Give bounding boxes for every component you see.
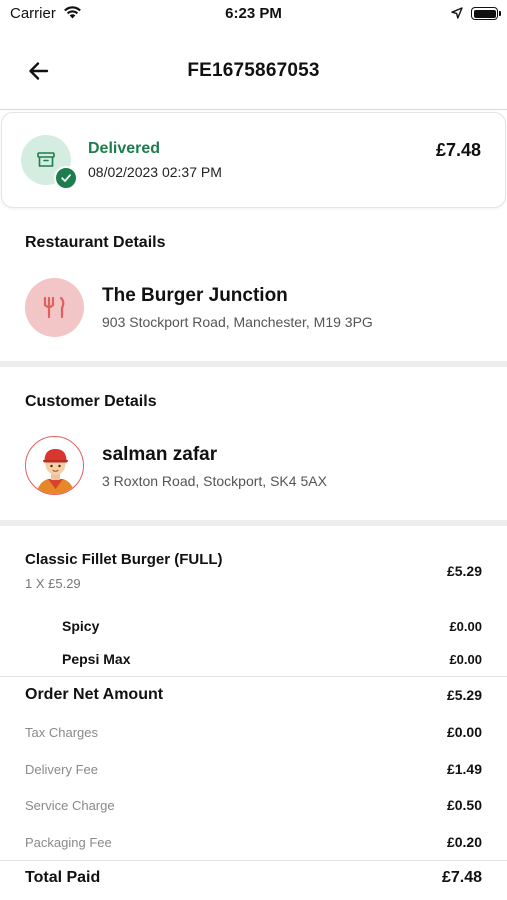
addon-price: £0.00: [449, 652, 482, 667]
divider: [0, 860, 507, 861]
item-name: Classic Fillet Burger (FULL): [25, 551, 223, 568]
net-amount-value: £5.29: [446, 687, 482, 703]
order-datetime: 08/02/2023 02:37 PM: [88, 164, 222, 180]
location-arrow-icon: [451, 6, 463, 24]
service-charge-label: Service Charge: [25, 798, 115, 813]
customer-avatar: [25, 436, 84, 495]
customer-name: salman zafar: [102, 444, 218, 465]
battery-icon: [471, 7, 501, 20]
restaurant-address: 903 Stockport Road, Manchester, M19 3PG: [102, 314, 373, 330]
delivery-fee-value: £1.49: [446, 761, 482, 777]
archive-box-icon: [37, 152, 55, 167]
delivered-status-icon: [21, 135, 78, 190]
tax-charges-label: Tax Charges: [25, 725, 98, 740]
addon-name: Spicy: [62, 618, 100, 634]
item-quantity: 1 X £5.29: [25, 576, 81, 591]
order-status-card: Delivered 08/02/2023 02:37 PM £7.48: [1, 112, 506, 208]
section-divider: [0, 520, 507, 526]
addon-name: Pepsi Max: [62, 651, 131, 667]
fork-knife-icon: [43, 296, 65, 319]
restaurant-avatar: [25, 278, 84, 337]
page-title: FE1675867053: [187, 60, 320, 81]
packaging-fee-value: £0.20: [446, 834, 482, 850]
order-total: £7.48: [435, 140, 481, 160]
status-time: 6:23 PM: [225, 5, 282, 22]
customer-address: 3 Roxton Road, Stockport, SK4 5AX: [102, 473, 327, 489]
check-icon: [54, 166, 78, 190]
net-amount-label: Order Net Amount: [25, 686, 164, 703]
restaurant-section-title: Restaurant Details: [25, 234, 166, 251]
service-charge-value: £0.50: [446, 797, 482, 813]
packaging-fee-label: Packaging Fee: [25, 835, 112, 850]
item-price: £5.29: [446, 563, 482, 579]
addon-price: £0.00: [449, 619, 482, 634]
header: FE1675867053: [0, 28, 507, 110]
customer-section-title: Customer Details: [25, 393, 157, 410]
tax-charges-value: £0.00: [446, 724, 482, 740]
total-paid-label: Total Paid: [25, 869, 101, 886]
person-avatar-icon: [36, 449, 75, 494]
divider: [0, 676, 507, 677]
section-divider: [0, 361, 507, 367]
restaurant-name: The Burger Junction: [102, 285, 288, 306]
status-bar: Carrier 6:23 PM: [0, 0, 507, 28]
delivery-fee-label: Delivery Fee: [25, 762, 98, 777]
total-paid-value: £7.48: [441, 869, 482, 886]
order-status-label: Delivered: [88, 140, 161, 157]
